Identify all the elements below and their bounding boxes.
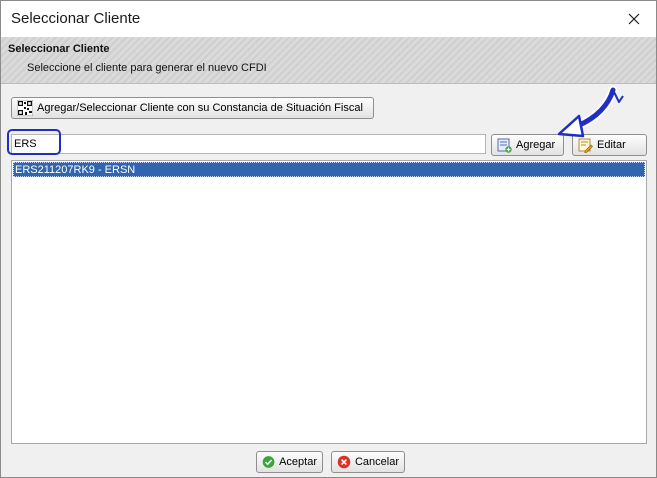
add-record-icon bbox=[497, 138, 512, 153]
title-bar: Seleccionar Cliente bbox=[1, 1, 656, 37]
header-banner: Seleccionar Cliente Seleccione el client… bbox=[1, 37, 656, 84]
accept-button-label: Aceptar bbox=[279, 456, 317, 468]
client-list-item[interactable]: ERS211207RK9 - ERSN bbox=[13, 162, 645, 177]
header-title: Seleccionar Cliente bbox=[8, 43, 110, 55]
edit-client-button[interactable]: Editar bbox=[572, 134, 647, 156]
add-client-button[interactable]: Agregar bbox=[491, 134, 564, 156]
csf-button-label: Agregar/Seleccionar Cliente con su Const… bbox=[37, 102, 363, 114]
client-search-input[interactable] bbox=[11, 134, 486, 154]
x-circle-icon bbox=[337, 455, 351, 469]
client-list[interactable]: ERS211207RK9 - ERSN bbox=[11, 160, 647, 444]
cancel-button-label: Cancelar bbox=[354, 456, 399, 468]
check-circle-icon bbox=[262, 456, 275, 468]
edit-button-label: Editar bbox=[597, 139, 626, 151]
close-button[interactable] bbox=[612, 1, 656, 37]
edit-record-icon bbox=[578, 138, 593, 153]
qr-code-icon bbox=[17, 100, 33, 116]
csf-client-button[interactable]: Agregar/Seleccionar Cliente con su Const… bbox=[11, 97, 374, 119]
close-icon bbox=[628, 13, 640, 25]
cancel-button[interactable]: Cancelar bbox=[331, 451, 405, 473]
dialog-window: Seleccionar Cliente Seleccionar Cliente … bbox=[0, 0, 657, 478]
window-title: Seleccionar Cliente bbox=[11, 10, 141, 27]
header-subtitle: Seleccione el cliente para generar el nu… bbox=[27, 62, 267, 74]
accept-button[interactable]: Aceptar bbox=[256, 451, 323, 473]
add-button-label: Agregar bbox=[516, 139, 556, 151]
